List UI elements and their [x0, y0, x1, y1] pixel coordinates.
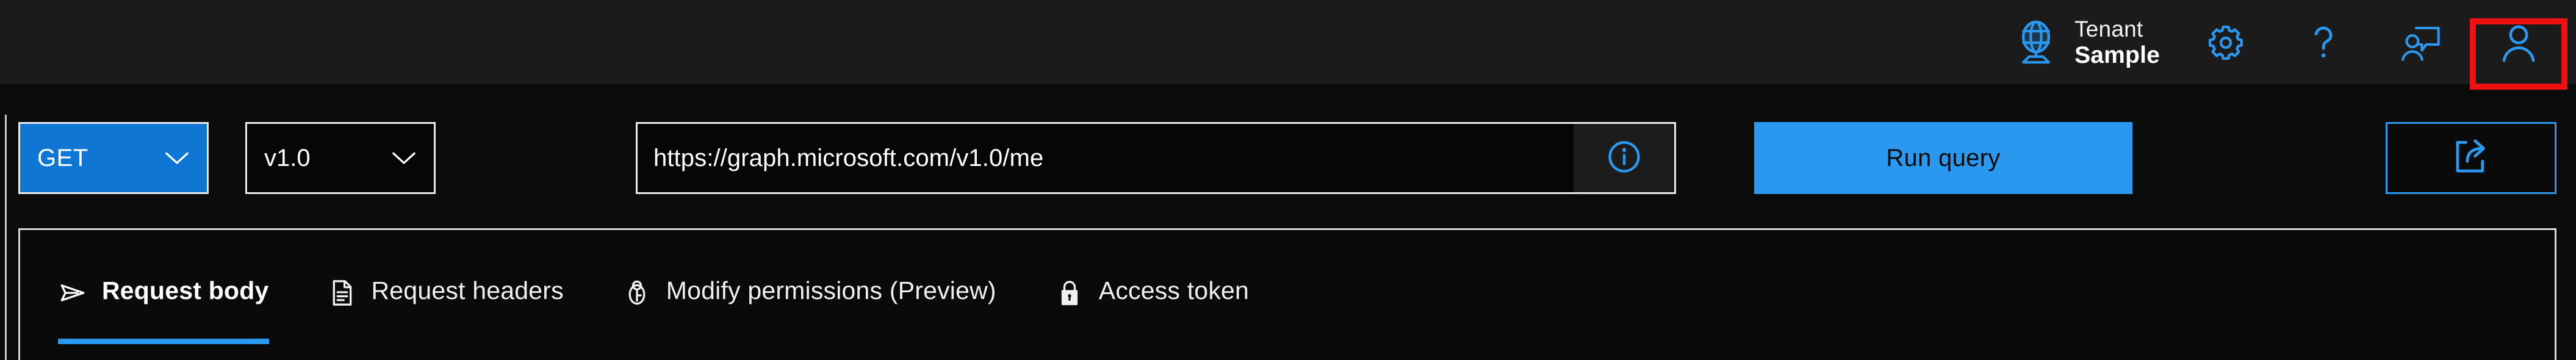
tab-request-headers-label: Request headers: [371, 276, 564, 304]
feedback-icon: [2400, 23, 2442, 62]
api-version-select[interactable]: v1.0: [245, 122, 436, 194]
document-list-icon: [328, 276, 357, 308]
url-info-button[interactable]: [1574, 124, 1674, 192]
http-method-value: GET: [37, 144, 88, 171]
tab-active-underline: [58, 339, 269, 344]
settings-button[interactable]: [2177, 0, 2275, 85]
request-tabs-row: Request body Request headers Modify perm…: [20, 230, 1308, 360]
feedback-button[interactable]: [2372, 0, 2470, 85]
tab-access-token[interactable]: Access token: [1055, 230, 1281, 360]
tab-access-token-label: Access token: [1098, 276, 1250, 304]
run-query-button[interactable]: Run query: [1754, 122, 2132, 194]
account-button[interactable]: [2470, 0, 2567, 85]
tenant-label: Tenant: [2074, 16, 2143, 41]
help-icon: [2304, 21, 2342, 64]
tenant-indicator[interactable]: Tenant Sample: [2010, 0, 2177, 85]
account-button-wrapper: [2470, 0, 2567, 90]
tab-request-headers[interactable]: Request headers: [328, 230, 595, 360]
tab-request-body[interactable]: Request body: [58, 230, 301, 360]
header-actions-group: Tenant Sample: [2010, 0, 2567, 90]
tab-modify-permissions[interactable]: Modify permissions (Preview): [622, 230, 1028, 360]
graph-explorer-query-panel: Tenant Sample GET v1.0 https://graph.mic…: [0, 0, 2576, 360]
share-query-button[interactable]: [2386, 122, 2556, 194]
tab-request-body-label: Request body: [102, 276, 269, 304]
query-url-input[interactable]: [638, 124, 1574, 192]
query-input-row: GET v1.0 https://graph.microsoft.com/v1.…: [18, 122, 2556, 194]
chevron-down-icon: [163, 149, 191, 167]
query-url-field: [636, 122, 1676, 194]
http-method-select[interactable]: GET: [18, 122, 209, 194]
chevron-down-icon: [390, 149, 418, 167]
gear-icon: [2206, 23, 2246, 63]
help-button[interactable]: [2275, 0, 2372, 85]
share-export-icon: [2451, 137, 2491, 179]
api-version-value: v1.0: [264, 144, 311, 171]
tab-modify-permissions-label: Modify permissions (Preview): [666, 276, 996, 304]
globe-tenant-icon: [2016, 21, 2056, 65]
tenant-value: Sample: [2074, 41, 2160, 68]
lock-icon: [1055, 276, 1084, 308]
person-account-icon: [2499, 23, 2538, 63]
send-arrow-icon: [58, 276, 87, 308]
request-tabs-panel: Request body Request headers Modify perm…: [18, 228, 2556, 360]
key-permission-icon: [622, 276, 652, 308]
top-header-bar: Tenant Sample: [0, 0, 2576, 90]
info-circle-icon: [1605, 138, 1643, 179]
tenant-text-block: Tenant Sample: [2074, 16, 2160, 70]
panel-left-divider: [5, 115, 7, 360]
